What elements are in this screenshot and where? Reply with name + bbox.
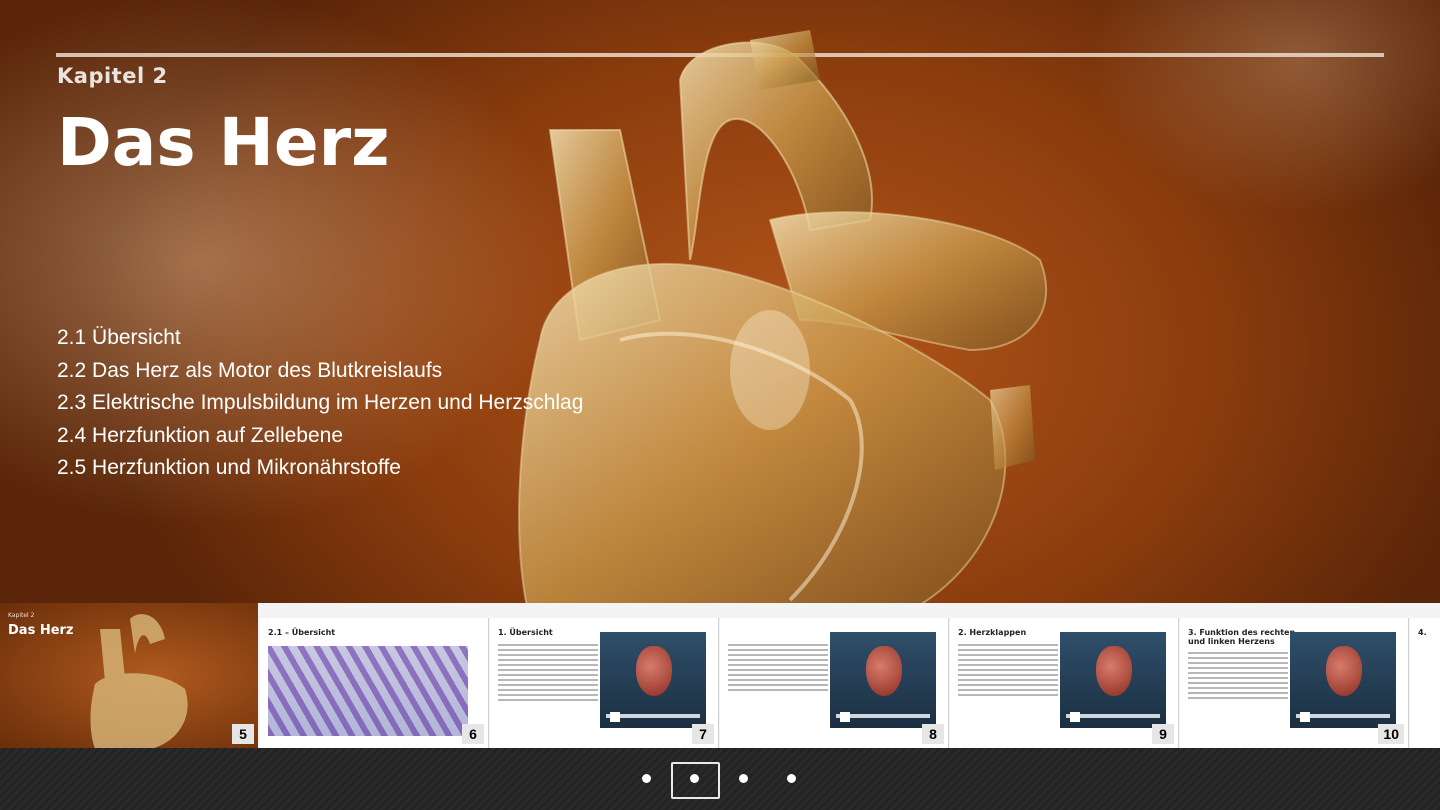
thumbnail-page-8[interactable]: 8 [720,618,949,748]
page-number: 7 [692,724,714,744]
thumbnail-text-lines [498,644,598,704]
thumbnail-page-partial[interactable]: 4. [1410,618,1440,748]
thumbnail-page-9[interactable]: 2. Herzklappen 9 [950,618,1179,748]
toc-item[interactable]: 2.3 Elektrische Impulsbildung im Herzen … [57,387,583,420]
thumbnail-title: 2.1 – Übersicht [268,628,336,637]
thumbnail-heart-image [1060,632,1166,728]
page-number: 10 [1378,724,1404,744]
thumbnail-text-lines [958,644,1058,699]
page-indicator-bar [0,748,1440,810]
thumbnail-title: Das Herz [8,623,74,638]
pager-dot[interactable] [642,774,651,783]
chapter-label: Kapitel 2 [57,64,168,88]
thumbnail-heart-image [1290,632,1396,728]
thumbnail-title: 3. Funktion des rechten und linken Herze… [1188,628,1296,646]
pager-dot[interactable] [739,774,748,783]
page-number: 5 [232,724,254,744]
thumbnail-chapter-label: Kapitel 2 [8,612,35,619]
thumbnail-title: 4. [1418,628,1427,637]
pager-dot[interactable] [787,774,796,783]
thumbnail-heart-image [90,614,188,748]
toc-item[interactable]: 2.1 Übersicht [57,322,583,355]
toc-item[interactable]: 2.4 Herzfunktion auf Zellebene [57,420,583,453]
thumbnail-page-6[interactable]: 2.1 – Übersicht 6 [260,618,489,748]
toc-item[interactable]: 2.5 Herzfunktion und Mikronährstoffe [57,452,583,485]
page-number: 8 [922,724,944,744]
thumbnail-page-7[interactable]: 1. Übersicht 7 [490,618,719,748]
thumbnail-title: 1. Übersicht [498,628,553,637]
thumbnail-heart-image [600,632,706,728]
thumbnail-page-5[interactable]: Kapitel 2 Das Herz 5 [0,603,258,748]
thumbnail-page-10[interactable]: 3. Funktion des rechten und linken Herze… [1180,618,1409,748]
heart-illustration [518,30,1048,620]
thumbnail-text-lines [1188,652,1288,702]
page-number: 9 [1152,724,1174,744]
pager-dot-current[interactable] [690,774,699,783]
page-thumbnail-strip[interactable]: Kapitel 2 Das Herz 5 2.1 – Übersicht 6 1… [0,603,1440,748]
chapter-slide: Kapitel 2 Das Herz 2.1 Übersicht 2.2 Das… [0,0,1440,620]
chapter-contents-list: 2.1 Übersicht 2.2 Das Herz als Motor des… [57,322,583,485]
toc-item[interactable]: 2.2 Das Herz als Motor des Blutkreislauf… [57,355,583,388]
page-number: 6 [462,724,484,744]
thumbnail-heart-image [830,632,936,728]
thumbnail-text-lines [728,644,828,694]
thumbnail-title: 2. Herzklappen [958,628,1027,637]
chapter-title: Das Herz [57,104,390,181]
thumbnail-vessel-image [268,646,468,736]
